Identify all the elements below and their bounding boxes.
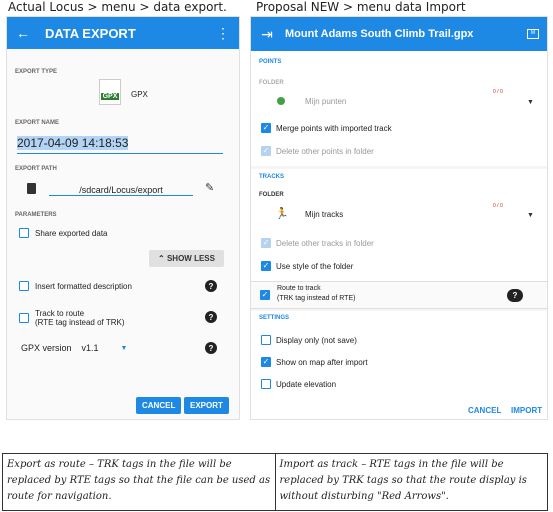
insert-desc-label: Insert formatted description xyxy=(35,281,132,291)
parameters-label: PARAMETERS xyxy=(15,212,57,218)
show-less-label: SHOW LESS xyxy=(166,254,215,263)
display-only-label: Display only (not save) xyxy=(276,335,357,345)
export-path-label: EXPORT PATH xyxy=(15,166,57,172)
merge-checkbox[interactable]: ✓ xyxy=(261,123,271,133)
settings-label: SETTINGS xyxy=(259,315,290,321)
track-to-route-label: Track to route xyxy=(35,309,85,318)
use-style-row[interactable]: ✓ Use style of the folder xyxy=(261,261,353,271)
update-elevation-row[interactable]: Update elevation xyxy=(261,379,336,389)
file-badge: GPX xyxy=(101,93,119,100)
track-to-route-checkbox[interactable] xyxy=(19,313,29,323)
route-to-track-checkbox[interactable]: ✓ xyxy=(260,290,270,300)
gpx-version-value: v1.1 xyxy=(81,343,99,353)
delete-points-label: Delete other points in folder xyxy=(276,146,374,156)
import-icon[interactable]: ⇥ xyxy=(259,26,275,43)
points-count: 0 / 0 xyxy=(493,89,503,95)
more-vert-icon[interactable]: ⋮ xyxy=(215,25,231,42)
use-style-label: Use style of the folder xyxy=(276,261,354,271)
route-to-track-label: Route to track xyxy=(277,285,321,292)
dropdown-arrow-icon[interactable]: ▼ xyxy=(527,99,534,106)
folder-label: FOLDER xyxy=(259,80,284,86)
gpx-file-icon: GPX xyxy=(99,79,121,105)
tracks-folder-label: FOLDER xyxy=(259,192,284,198)
cancel-button[interactable]: CANCEL xyxy=(136,397,182,414)
track-to-route-row[interactable]: Track to route (RTE tag instead of TRK) xyxy=(19,309,125,327)
chevron-up-icon: ⌃ xyxy=(158,254,167,263)
sdcard-icon xyxy=(27,183,36,194)
green-point-icon xyxy=(277,97,285,105)
show-on-map-row[interactable]: ✓ Show on map after import xyxy=(261,357,368,367)
import-appbar: ⇥ Mount Adams South Climb Trail.gpx M xyxy=(251,17,547,51)
use-style-checkbox[interactable]: ✓ xyxy=(261,261,271,271)
insert-desc-checkbox[interactable] xyxy=(19,281,29,291)
notes-table: Export as route – TRK tags in the file w… xyxy=(2,453,548,511)
export-name-input[interactable]: 2017-04-09 14:18:53 xyxy=(17,134,223,154)
dropdown-arrow-icon: ▼ xyxy=(120,344,128,352)
help-icon[interactable]: ? xyxy=(205,342,217,354)
import-screen: ⇥ Mount Adams South Climb Trail.gpx M PO… xyxy=(250,16,548,420)
merge-row[interactable]: ✓ Merge points with imported track xyxy=(261,123,392,133)
tracks-label: TRACKS xyxy=(259,174,284,180)
pencil-icon[interactable]: ✎ xyxy=(205,181,214,194)
export-type-label: EXPORT TYPE xyxy=(15,69,58,75)
update-elevation-checkbox[interactable] xyxy=(261,379,271,389)
help-icon[interactable]: ? xyxy=(507,289,523,302)
track-to-route-sub: (RTE tag instead of TRK) xyxy=(35,318,125,327)
import-button[interactable]: IMPORT xyxy=(511,406,542,415)
gpx-version-row[interactable]: GPX version v1.1 ▼ xyxy=(21,343,127,353)
insert-desc-row[interactable]: Insert formatted description xyxy=(19,281,132,291)
export-type-value: GPX xyxy=(131,90,148,99)
export-appbar: ← DATA EXPORT ⋮ xyxy=(7,17,239,49)
display-only-row[interactable]: Display only (not save) xyxy=(261,335,357,345)
left-caption: Actual Locus > menu > data export. xyxy=(8,0,227,14)
share-label: Share exported data xyxy=(35,228,108,238)
update-elevation-label: Update elevation xyxy=(276,379,337,389)
export-path-input[interactable]: /sdcard/Locus/export xyxy=(49,180,193,196)
note-import-as-track: Import as track – RTE tags in the file w… xyxy=(279,459,527,502)
export-name-label: EXPORT NAME xyxy=(15,120,60,126)
export-title: DATA EXPORT xyxy=(45,25,136,41)
delete-tracks-label: Delete other tracks in folder xyxy=(276,238,374,248)
hiker-icon: 🏃 xyxy=(275,208,289,220)
note-export-as-route: Export as route – TRK tags in the file w… xyxy=(3,454,276,510)
import-title: Mount Adams South Climb Trail.gpx xyxy=(285,28,474,40)
arrow-left-icon[interactable]: ← xyxy=(15,25,31,41)
share-checkbox[interactable] xyxy=(19,228,29,238)
gpx-version-label: GPX version xyxy=(21,343,72,353)
route-to-track-row[interactable]: ✓ Route to track (TRK tag instead of RTE… xyxy=(251,281,547,309)
export-button[interactable]: EXPORT xyxy=(184,397,229,414)
tracks-folder-value[interactable]: Mijn tracks xyxy=(305,210,343,219)
show-on-map-checkbox[interactable]: ✓ xyxy=(261,357,271,367)
dropdown-arrow-icon[interactable]: ▼ xyxy=(527,212,534,219)
show-on-map-label: Show on map after import xyxy=(276,357,368,367)
export-path-text: /sdcard/Locus/export xyxy=(79,185,163,195)
tracks-count: 0 / 0 xyxy=(493,203,503,209)
export-name-text: 2017-04-09 14:18:53 xyxy=(17,136,129,150)
delete-points-row[interactable]: ✓ Delete other points in folder xyxy=(261,146,374,156)
export-screen: ← DATA EXPORT ⋮ EXPORT TYPE GPX GPX EXPO… xyxy=(6,16,240,420)
route-to-track-sub: (TRK tag instead of RTE) xyxy=(277,295,356,302)
share-row[interactable]: Share exported data xyxy=(19,228,108,238)
kml-icon[interactable]: M xyxy=(527,29,539,39)
help-icon[interactable]: ? xyxy=(205,280,217,292)
display-only-checkbox[interactable] xyxy=(261,335,271,345)
delete-tracks-row[interactable]: ✓ Delete other tracks in folder xyxy=(261,238,374,248)
points-label: POINTS xyxy=(259,59,282,65)
delete-tracks-checkbox[interactable]: ✓ xyxy=(261,238,271,248)
delete-points-checkbox[interactable]: ✓ xyxy=(261,146,271,156)
right-caption: Proposal NEW > menu data Import xyxy=(256,0,466,14)
points-folder-value[interactable]: Mijn punten xyxy=(305,97,346,106)
help-icon[interactable]: ? xyxy=(205,311,217,323)
cancel-button[interactable]: CANCEL xyxy=(468,406,501,415)
merge-label: Merge points with imported track xyxy=(276,123,392,133)
show-less-button[interactable]: ⌃ SHOW LESS xyxy=(149,250,224,267)
